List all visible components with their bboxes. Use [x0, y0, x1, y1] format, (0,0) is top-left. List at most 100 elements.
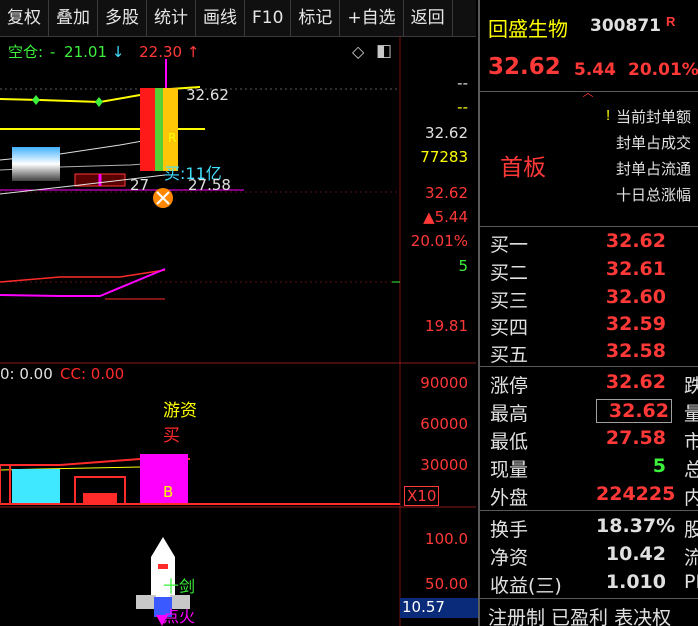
board-tag: 首板: [500, 155, 546, 181]
toolbar-multi-stock-button[interactable]: 多股: [98, 0, 147, 36]
toolbar-draw-line-button[interactable]: 画线: [196, 0, 245, 36]
toolbar: 复权 叠加 多股 统计 画线 F10 标记 +自选 返回: [0, 0, 476, 37]
legend-down-arrow: ↓: [111, 43, 125, 61]
legend-up-arrow: ↑: [186, 43, 200, 61]
info-line-4: 十日总涨幅: [616, 186, 692, 204]
toolbar-overlay-button[interactable]: 叠加: [49, 0, 98, 36]
fund-label: 换手: [490, 519, 529, 541]
stock-tags-footer: 注册制 已盈利 表决权: [488, 607, 672, 626]
stat-value: 32.62: [605, 371, 666, 393]
price-label-low: 27.58: [188, 176, 231, 194]
panel-divider: [480, 226, 698, 227]
vol-axis-1: 90000: [420, 374, 468, 392]
stat-value: 5: [652, 455, 666, 477]
chart-canvas: [0, 37, 476, 626]
stat-value: 27.58: [605, 427, 666, 449]
stat-label: 最低: [490, 431, 529, 453]
axis-price-2: 32.62: [425, 184, 468, 202]
bid-row[interactable]: 买三 32.60: [488, 284, 698, 312]
kline-chart-area[interactable]: 空仓: - 21.01 ↓ 22.30 ↑ ◇ ◧ 32.62 买:11亿 27…: [0, 37, 478, 626]
price-label-limit: 27: [130, 176, 150, 194]
toolbar-fuquan-button[interactable]: 复权: [0, 0, 49, 36]
legend-value-1: 21.01: [64, 43, 107, 61]
axis-dash-1: --: [457, 74, 468, 92]
collapse-chevron-icon[interactable]: ︿: [578, 88, 598, 99]
chart-legend: 空仓: - 21.01 ↓ 22.30 ↑: [8, 41, 199, 62]
toolbar-f10-button[interactable]: F10: [245, 0, 292, 36]
vol-bar: [0, 464, 11, 505]
candle-inner-yellow: [163, 88, 178, 171]
bid-row[interactable]: 买二 32.61: [488, 256, 698, 284]
indicator-legend-b: CC: 0.00: [60, 365, 125, 383]
toolbar-add-watchlist-button[interactable]: +自选: [340, 0, 404, 36]
lower-current-value: 10.57: [400, 598, 478, 618]
fund-row: 换手 18.37% 股: [488, 513, 698, 541]
legend-value-2: 22.30: [139, 43, 183, 61]
lower-label-1: 十剑: [163, 577, 196, 596]
axis-dash-2: --: [457, 98, 468, 116]
fund-value: 10.42: [605, 543, 666, 565]
bid-price: 32.58: [605, 340, 666, 362]
fund-row: 净资 10.42 流: [488, 541, 698, 569]
vol-unit: X10: [404, 486, 440, 506]
diamond-icon[interactable]: ◇: [352, 42, 364, 61]
signal-diamond: [95, 97, 103, 107]
stat-extra: 总: [684, 459, 698, 481]
stat-extra: 跌: [684, 375, 698, 397]
info-line-3: 封单占流通: [616, 160, 692, 178]
legend-label: 空仓:: [8, 43, 44, 61]
stat-label: 涨停: [490, 375, 529, 397]
vol-label-b: B: [163, 483, 174, 501]
stat-label: 外盘: [490, 487, 529, 509]
axis-pct: 20.01%: [410, 232, 468, 250]
stat-label: 最高: [490, 403, 529, 425]
fund-row: 收益(三) 1.010 PE: [488, 569, 698, 597]
fund-value: 1.010: [605, 571, 666, 593]
indicator-legend-a: 0: 0.00: [0, 365, 53, 383]
panel-divider: [480, 366, 698, 367]
fund-extra: 股: [684, 519, 698, 541]
stat-extra: 内: [684, 487, 698, 509]
axis-volume: 77283: [420, 148, 468, 166]
vol-bar-red-fill: [83, 493, 117, 504]
stat-extra: 量: [684, 403, 698, 425]
lower-label-2: 点火: [163, 607, 196, 626]
window-toggle-icon[interactable]: ◧: [376, 41, 392, 61]
stock-terminal: 复权 叠加 多股 统计 画线 F10 标记 +自选 返回 空仓: - 21.01…: [0, 0, 698, 626]
stat-value: 32.62: [596, 399, 672, 423]
stock-code: 300871: [590, 16, 661, 36]
fund-extra: PE: [684, 571, 698, 593]
bid-price: 32.60: [605, 286, 666, 308]
vol-bar-cyan: [12, 469, 60, 504]
candle-r-label: R: [168, 131, 177, 145]
bid-label: 买四: [490, 317, 529, 339]
vol-axis-3: 30000: [420, 456, 468, 474]
bid-row[interactable]: 买五 32.58: [488, 338, 698, 366]
fund-extra: 流: [684, 547, 698, 569]
toolbar-back-button[interactable]: 返回: [404, 0, 453, 36]
bid-label: 买三: [490, 290, 529, 312]
bid-label: 买五: [490, 344, 529, 366]
bid-row[interactable]: 买一 32.62: [488, 228, 698, 256]
stat-row: 最高 32.62 量: [488, 397, 698, 425]
current-price: 32.62: [488, 54, 561, 80]
price-change-pct: 20.01%: [628, 60, 698, 80]
stock-name: 回盛生物: [488, 17, 568, 41]
axis-low: 19.81: [425, 317, 468, 335]
stat-label: 现量: [490, 459, 529, 481]
toolbar-stats-button[interactable]: 统计: [147, 0, 196, 36]
toolbar-mark-button[interactable]: 标记: [291, 0, 341, 36]
info-line-1: 当前封单额: [616, 108, 692, 126]
quote-panel: 回盛生物 300871 R 32.62 5.44 20.01% ︿ 首板 ! 当…: [478, 0, 698, 626]
vol-axis-2: 60000: [420, 415, 468, 433]
fund-label: 净资: [490, 547, 529, 569]
signal-diamond: [32, 95, 40, 105]
axis-small: 5: [458, 257, 468, 275]
vol-label-mai: 买: [163, 426, 180, 446]
stock-r-badge: R: [666, 14, 676, 29]
stat-row: 涨停 32.62 跌: [488, 369, 698, 397]
bid-row[interactable]: 买四 32.59: [488, 311, 698, 339]
candle-inner: [155, 88, 163, 171]
bid-price: 32.62: [605, 230, 666, 252]
axis-change: ▲5.44: [423, 208, 468, 226]
